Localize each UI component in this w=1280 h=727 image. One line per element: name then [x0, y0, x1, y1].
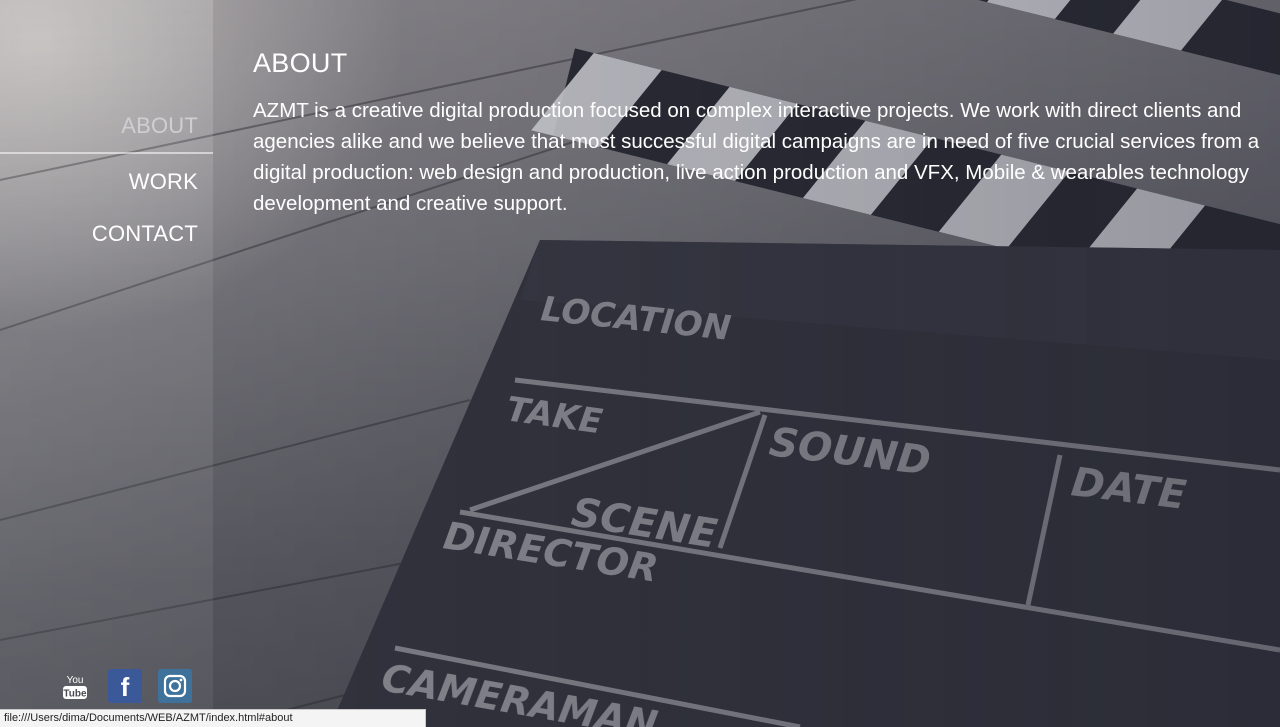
- main-nav: ABOUT WORK CONTACT: [0, 108, 213, 270]
- instagram-icon[interactable]: [158, 669, 192, 703]
- nav-item-work[interactable]: WORK: [0, 164, 213, 218]
- svg-text:f: f: [121, 672, 130, 702]
- youtube-icon[interactable]: You Tube: [58, 669, 92, 703]
- svg-text:Tube: Tube: [63, 689, 87, 700]
- about-section: ABOUT AZMT is a creative digital product…: [253, 48, 1263, 219]
- page-title: ABOUT: [253, 48, 348, 78]
- facebook-icon[interactable]: f: [108, 669, 142, 703]
- browser-status-bar: file:///Users/dima/Documents/WEB/AZMT/in…: [0, 709, 426, 727]
- nav-item-contact[interactable]: CONTACT: [0, 216, 213, 270]
- nav-item-about[interactable]: ABOUT: [0, 108, 213, 154]
- about-text: AZMT is a creative digital production fo…: [253, 99, 1260, 215]
- social-links: You Tube f: [58, 669, 192, 703]
- svg-text:You: You: [67, 675, 84, 686]
- sidebar: ABOUT WORK CONTACT: [0, 0, 213, 727]
